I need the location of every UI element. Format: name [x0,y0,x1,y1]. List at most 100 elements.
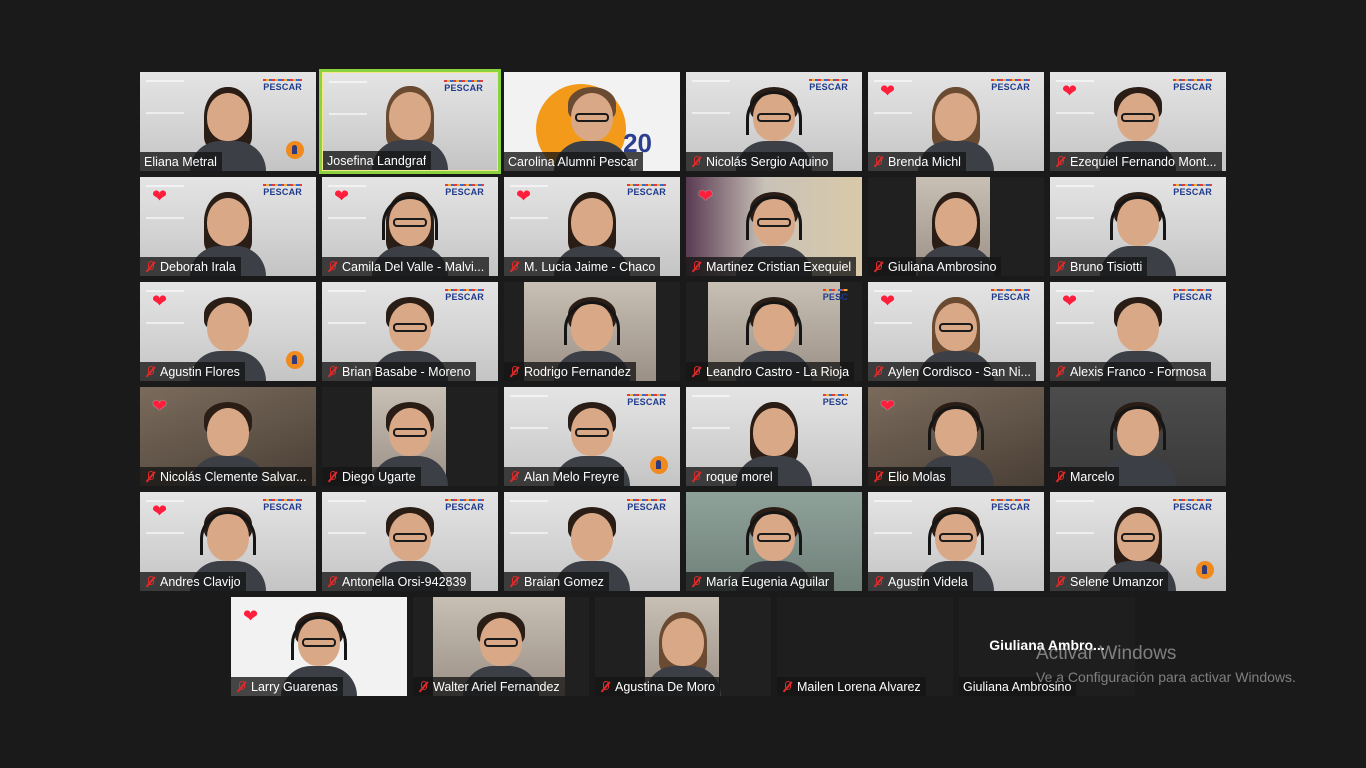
participant-name: Eliana Metral [144,154,217,169]
participant-tile[interactable]: PESCAR Braian Gomez [504,492,680,591]
participant-nameplate: Aylen Cordisco - San Ni... [868,362,1036,381]
participant-name: Mailen Lorena Alvarez [797,679,921,694]
mic-muted-icon [871,575,885,589]
participant-nameplate: Eliana Metral [140,152,222,171]
brand-watermark: PESCAR [627,499,666,512]
participant-nameplate: Brenda Michl [868,152,966,171]
participant-tile[interactable]: María Eugenia Aguilar [686,492,862,591]
participant-name: Martinez Cristian Exequiel [706,259,852,274]
participant-tile[interactable]: PESCAR ❤ Brenda Michl [868,72,1044,171]
participant-tile[interactable]: ❤ Larry Guarenas [231,597,407,696]
participant-tile[interactable]: Mailen Lorena Alvarez [777,597,953,696]
participant-nameplate: Andres Clavijo [140,572,246,591]
participant-tile[interactable]: PESCAR Nicolás Sergio Aquino [686,72,862,171]
brand-watermark: PESCAR [1173,184,1212,197]
mic-muted-icon [143,470,157,484]
participant-name: roque morel [706,469,773,484]
participant-tile[interactable]: PESCAR Brian Basabe - Moreno [322,282,498,381]
participant-name: Marcelo [1070,469,1115,484]
heart-icon: ❤ [1062,291,1078,311]
brand-watermark: PESC [822,394,849,407]
participant-name: Selene Umanzor [1070,574,1164,589]
participant-tile[interactable]: PESC roque morel [686,387,862,486]
mic-muted-icon [1053,260,1067,274]
participant-tile[interactable]: Walter Ariel Fernandez [413,597,589,696]
participant-tile[interactable]: ❤ Martinez Cristian Exequiel [686,177,862,276]
mic-muted-icon [871,155,885,169]
brand-watermark: PESCAR [445,499,484,512]
participant-nameplate: Nicolás Sergio Aquino [686,152,834,171]
mic-muted-icon [689,260,703,274]
participant-nameplate: Agustin Videla [868,572,973,591]
participant-name: Ezequiel Fernando Mont... [1070,154,1217,169]
participant-nameplate: Alan Melo Freyre [504,467,625,486]
participant-name: Brenda Michl [888,154,961,169]
participant-tile[interactable]: PESCAR Josefina Landgraf [319,69,501,174]
participant-tile[interactable]: PESCAR ❤ M. Lucia Jaime - Chaco [504,177,680,276]
participant-name: Nicolás Sergio Aquino [706,154,829,169]
participant-display-name: Giuliana Ambro... [989,637,1105,653]
brand-watermark: PESCAR [991,79,1030,92]
participant-name: Leandro Castro - La Rioja [706,364,850,379]
video-gallery: PESCAR Eliana Metral PESCAR Josefina Landgr… [0,0,1366,768]
brand-watermark: PESCAR [263,79,302,92]
participant-tile[interactable]: PESCAR ❤ Deborah Irala [140,177,316,276]
participant-tile[interactable]: Diego Ugarte [322,387,498,486]
participant-name: Alexis Franco - Formosa [1070,364,1207,379]
participant-nameplate: Agustina De Moro [595,677,721,696]
participant-name: Brian Basabe - Moreno [342,364,471,379]
participant-tile[interactable]: ❤ Agustin Flores [140,282,316,381]
mic-muted-icon [1053,155,1067,169]
participant-tile[interactable]: PESCAR Alan Melo Freyre [504,387,680,486]
participant-name: Nicolás Clemente Salvar... [160,469,307,484]
participant-name: Agustina De Moro [615,679,716,694]
brand-watermark: PESC [822,289,849,302]
participant-tile[interactable]: PESC Leandro Castro - La Rioja [686,282,862,381]
participant-tile[interactable]: PESCAR Bruno Tisiotti [1050,177,1226,276]
mic-muted-icon [325,575,339,589]
participant-name: Josefina Landgraf [327,153,427,168]
participant-name: Camila Del Valle - Malvi... [342,259,485,274]
participant-tile[interactable]: 20 Carolina Alumni Pescar [504,72,680,171]
pescar-logo-icon [286,141,304,159]
brand-watermark: PESCAR [444,80,483,93]
participant-tile[interactable]: Marcelo [1050,387,1226,486]
participant-nameplate: Diego Ugarte [322,467,421,486]
mic-muted-icon [507,575,521,589]
participant-tile[interactable]: PESCAR ❤ Andres Clavijo [140,492,316,591]
pescar-logo-icon [1196,561,1214,579]
mic-muted-icon [689,365,703,379]
participant-nameplate: Camila Del Valle - Malvi... [322,257,490,276]
participant-nameplate: Rodrigo Fernandez [504,362,637,381]
brand-watermark: PESCAR [991,499,1030,512]
participant-name: Elio Molas [888,469,946,484]
participant-tile[interactable]: PESCAR Selene Umanzor [1050,492,1226,591]
participant-tile[interactable]: Giuliana Ambrosino [868,177,1044,276]
heart-icon: ❤ [516,186,532,206]
participant-tile[interactable]: PESCAR ❤ Alexis Franco - Formosa [1050,282,1226,381]
participant-nameplate: Leandro Castro - La Rioja [686,362,855,381]
heart-icon: ❤ [152,501,168,521]
participant-nameplate: Elio Molas [868,467,951,486]
participant-tile[interactable]: PESCAR Antonella Orsi-942839 [322,492,498,591]
participant-name: Walter Ariel Fernandez [433,679,560,694]
participant-tile[interactable]: Rodrigo Fernandez [504,282,680,381]
heart-icon: ❤ [698,186,714,206]
participant-tile[interactable]: PESCAR ❤ Camila Del Valle - Malvi... [322,177,498,276]
participant-tile[interactable]: ❤ Nicolás Clemente Salvar... [140,387,316,486]
participant-nameplate: Braian Gomez [504,572,609,591]
brand-watermark: PESCAR [1173,79,1212,92]
participant-nameplate: Alexis Franco - Formosa [1050,362,1212,381]
participant-name: Andres Clavijo [160,574,241,589]
participant-tile[interactable]: ❤ Elio Molas [868,387,1044,486]
brand-watermark: PESCAR [263,184,302,197]
participant-tile[interactable]: Giuliana Ambro... Giuliana Ambrosino [959,597,1135,696]
mic-muted-icon [689,155,703,169]
participant-tile[interactable]: Agustina De Moro [595,597,771,696]
participant-name: Agustin Flores [160,364,240,379]
participant-tile[interactable]: PESCAR ❤ Ezequiel Fernando Mont... [1050,72,1226,171]
mic-muted-icon [507,260,521,274]
participant-tile[interactable]: PESCAR ❤ Aylen Cordisco - San Ni... [868,282,1044,381]
participant-tile[interactable]: PESCAR Eliana Metral [140,72,316,171]
participant-tile[interactable]: PESCAR Agustin Videla [868,492,1044,591]
